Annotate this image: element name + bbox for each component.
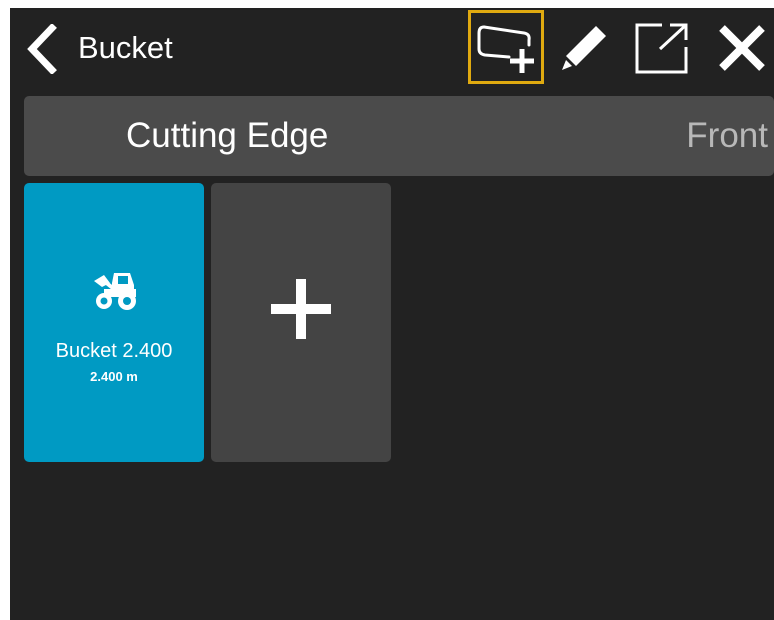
add-shape-button[interactable] [468,10,544,84]
plus-icon [271,279,331,339]
cutting-edge-side: Front [686,116,768,155]
wheel-loader-icon [94,273,136,310]
external-link-icon [635,23,688,74]
close-icon [719,25,765,71]
close-button[interactable] [710,8,774,88]
add-bucket-tile[interactable] [211,183,391,462]
add-shape-icon [477,25,534,73]
bucket-name: Bucket 2.400 [55,340,173,362]
pencil-icon [562,26,606,70]
chevron-left-icon [27,23,57,75]
app-window: Bucket Cutting Edge Front Bucket 2.400 2… [10,8,774,620]
header: Bucket [10,8,774,92]
back-button[interactable] [20,23,64,75]
cutting-edge-title: Cutting Edge [126,116,329,155]
cutting-edge-bar[interactable]: Cutting Edge Front [24,96,774,176]
edit-button[interactable] [555,8,615,88]
export-button[interactable] [630,8,692,88]
bucket-tile[interactable]: Bucket 2.400 2.400 m [24,183,204,462]
bucket-width: 2.400 m [90,369,138,384]
page-title: Bucket [78,30,173,65]
